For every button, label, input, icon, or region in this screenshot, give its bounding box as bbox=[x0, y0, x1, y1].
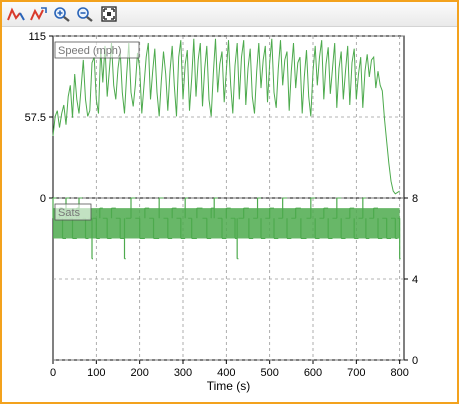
x-tick-label: 100 bbox=[87, 367, 105, 379]
speed-y-tick-label: 0 bbox=[40, 193, 46, 205]
sats-y-tick-label: 8 bbox=[412, 193, 418, 205]
speed-y-tick-label: 57.5 bbox=[25, 112, 46, 124]
x-tick-label: 300 bbox=[174, 367, 192, 379]
sats-y-tick-label: 4 bbox=[412, 274, 418, 286]
chart-window: 0 100 200 300 400 500 600 700 800 0 57.5 115 0 4 8 Spee… bbox=[2, 2, 457, 402]
sats-y-tick-label: 0 bbox=[412, 355, 418, 367]
x-tick-label: 0 bbox=[50, 367, 56, 379]
x-axis-label: Time (s) bbox=[207, 379, 251, 393]
x-tick-label: 400 bbox=[217, 367, 235, 379]
sats-legend-label: Sats bbox=[58, 207, 81, 219]
x-tick-label: 700 bbox=[347, 367, 365, 379]
plot-area: 0 100 200 300 400 500 600 700 800 0 57.5 115 0 4 8 Spee… bbox=[25, 31, 419, 393]
x-tick-label: 600 bbox=[304, 367, 322, 379]
x-tick-label: 500 bbox=[260, 367, 278, 379]
x-tick-label: 200 bbox=[130, 367, 148, 379]
speed-y-tick-label: 115 bbox=[28, 31, 46, 43]
speed-legend-label: Speed (mph) bbox=[58, 45, 122, 57]
x-tick-label: 800 bbox=[390, 367, 408, 379]
